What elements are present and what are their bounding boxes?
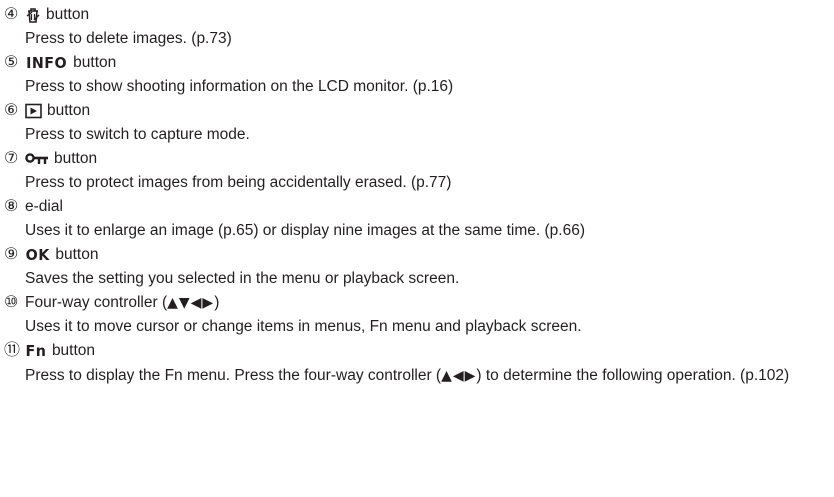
entry-e-dial: ⑧ e-dial Uses it to enlarge an image (p.… [4,195,834,243]
entry-heading: ⑪ Fn button [4,339,834,363]
entry-heading-text: button [46,6,90,23]
entry-heading: ⑧ e-dial [4,195,834,219]
entry-fn-button: ⑪ Fn button Press to display the Fn menu… [4,339,834,389]
entry-heading: ⑥ button [4,99,834,123]
item-number: ④ [4,6,19,23]
item-number: ⑩ [4,294,19,311]
item-number: ⑨ [4,246,19,263]
item-number: ⑧ [4,198,19,215]
entry-heading-text: button [55,246,99,263]
item-number: ⑦ [4,150,19,167]
entry-heading-text: button [47,102,91,119]
entry-protect-button: ⑦ button Press to protect images from be… [4,147,834,195]
entry-description-part2: ) to determine the following operation. … [476,367,790,384]
entry-heading-text: button [51,342,96,359]
entry-heading-text: button [73,54,117,71]
info-symbol: INFO [26,54,68,72]
ok-symbol: OK [25,246,50,264]
entry-heading-text: e-dial [25,198,63,215]
entry-description: Saves the setting you selected in the me… [25,270,460,287]
entry-four-way-controller: ⑩ Four-way controller ( ▲▼◀▶ ) Uses it t… [4,291,834,339]
entry-heading: ④ button [4,3,834,27]
entry-description: Uses it to enlarge an image (p.65) or di… [25,222,585,239]
entry-heading-text: button [54,150,98,167]
entry-description: Press to delete images. (p.73) [25,30,232,47]
entry-playback-button: ⑥ button Press to switch to capture mode… [4,99,834,147]
key-icon [25,152,49,166]
direction-arrows-icon: ▲◀▶ [441,368,477,384]
entry-ok-button: ⑨ OK button Saves the setting you select… [4,243,834,291]
entry-description: Press to protect images from being accid… [25,174,452,191]
item-number: ⑪ [4,342,21,359]
entry-description: Uses it to move cursor or change items i… [25,318,582,335]
entry-heading-text: Four-way controller ( [25,294,168,311]
direction-arrows-icon: ▲▼◀▶ [167,295,215,311]
entry-heading: ⑩ Four-way controller ( ▲▼◀▶ ) [4,291,834,315]
entry-heading-close: ) [214,294,220,311]
entry-heading: ⑤ INFO button [4,51,834,75]
fn-symbol: Fn [25,342,47,360]
item-number: ⑥ [4,102,19,119]
entry-heading: ⑦ button [4,147,834,171]
entry-delete-button: ④ button Press to delete images. (p.73) [4,3,834,51]
trash-icon [25,7,41,23]
item-number: ⑤ [4,54,19,71]
entry-description: Press to switch to capture mode. [25,126,250,143]
entry-heading: ⑨ OK button [4,243,834,267]
manual-page: ④ button Press to delete images. (p.73) … [0,0,834,497]
playback-icon [25,103,42,119]
entry-description: Press to show shooting information on th… [25,78,454,95]
entry-info-button: ⑤ INFO button Press to show shooting inf… [4,51,834,99]
entry-description: Press to display the Fn menu. Press the … [4,363,825,389]
entry-description-part1: Press to display the Fn menu. Press the … [25,367,442,384]
